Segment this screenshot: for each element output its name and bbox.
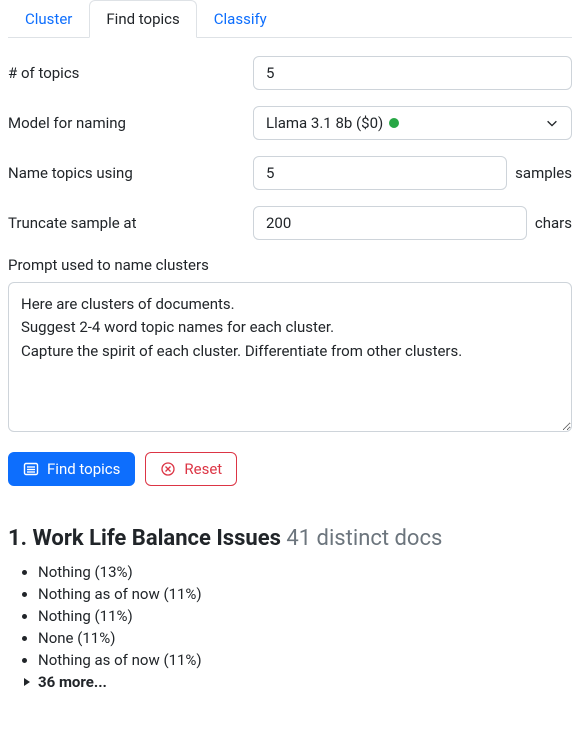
topic-subtitle: 41 distinct docs (286, 526, 442, 551)
reset-button-label: Reset (184, 460, 222, 478)
tab-cluster[interactable]: Cluster (8, 0, 89, 38)
textarea-prompt[interactable] (8, 282, 572, 432)
input-num-topics[interactable] (253, 56, 572, 90)
find-topics-button-label: Find topics (47, 460, 120, 478)
row-num-topics: # of topics (8, 56, 572, 90)
chevron-down-icon (545, 116, 559, 130)
label-prompt: Prompt used to name clusters (8, 256, 572, 274)
label-model: Model for naming (8, 114, 253, 132)
suffix-chars: chars (535, 214, 572, 232)
tab-find-topics[interactable]: Find topics (89, 0, 196, 38)
label-num-topics: # of topics (8, 64, 253, 82)
input-name-using[interactable] (253, 156, 507, 190)
label-truncate: Truncate sample at (8, 214, 253, 232)
input-truncate[interactable] (253, 206, 527, 240)
list-item: Nothing (13%) (38, 561, 572, 583)
select-model-value: Llama 3.1 8b ($0) (266, 114, 383, 132)
reset-button[interactable]: Reset (145, 452, 237, 486)
find-topics-button[interactable]: Find topics (8, 452, 135, 486)
topic-index: 1. (8, 526, 27, 551)
list-item: Nothing as of now (11%) (38, 649, 572, 671)
row-prompt: Prompt used to name clusters (8, 256, 572, 436)
more-label: 36 more... (38, 673, 107, 691)
select-model[interactable]: Llama 3.1 8b ($0) (253, 106, 572, 140)
list-icon (23, 461, 39, 477)
triangle-right-icon (22, 673, 32, 691)
list-item: Nothing (11%) (38, 605, 572, 627)
cancel-circle-icon (160, 461, 176, 477)
tabs-bar: Cluster Find topics Classify (8, 0, 572, 38)
topic-heading: 1. Work Life Balance Issues 41 distinct … (8, 526, 572, 551)
status-dot-icon (389, 118, 399, 128)
list-item: Nothing as of now (11%) (38, 583, 572, 605)
tab-classify[interactable]: Classify (197, 0, 284, 38)
row-truncate: Truncate sample at chars (8, 206, 572, 240)
doc-list: Nothing (13%) Nothing as of now (11%) No… (8, 561, 572, 671)
suffix-samples: samples (515, 164, 572, 182)
label-name-using: Name topics using (8, 164, 253, 182)
row-name-using: Name topics using samples (8, 156, 572, 190)
list-item: None (11%) (38, 627, 572, 649)
row-model: Model for naming Llama 3.1 8b ($0) (8, 106, 572, 140)
expand-more-button[interactable]: 36 more... (8, 673, 572, 691)
button-row: Find topics Reset (8, 452, 572, 486)
topic-title: Work Life Balance Issues (32, 526, 280, 551)
